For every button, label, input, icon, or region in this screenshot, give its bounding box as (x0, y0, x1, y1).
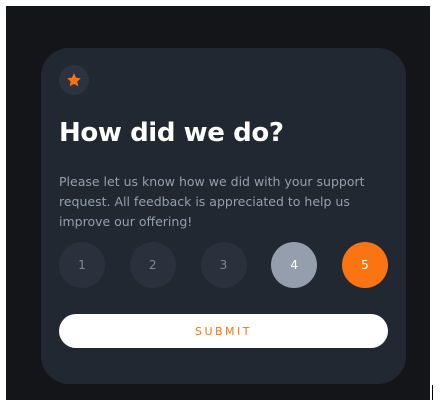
app-frame: How did we do? Please let us know how we… (6, 6, 430, 400)
rating-option-3[interactable]: 3 (200, 242, 247, 288)
card-title: How did we do? (59, 118, 284, 148)
rating-option-5[interactable]: 5 (342, 242, 388, 288)
rating-card: How did we do? Please let us know how we… (41, 48, 406, 384)
submit-button[interactable]: SUBMIT (59, 314, 388, 348)
star-icon-badge (59, 65, 89, 95)
rating-option-1[interactable]: 1 (59, 242, 105, 288)
edge-marker (432, 385, 433, 400)
rating-option-4[interactable]: 4 (271, 242, 318, 288)
rating-option-2[interactable]: 2 (129, 242, 176, 288)
card-description: Please let us know how we did with your … (59, 174, 365, 229)
star-icon (67, 73, 81, 87)
rating-options: 1 2 3 4 5 (59, 242, 388, 288)
